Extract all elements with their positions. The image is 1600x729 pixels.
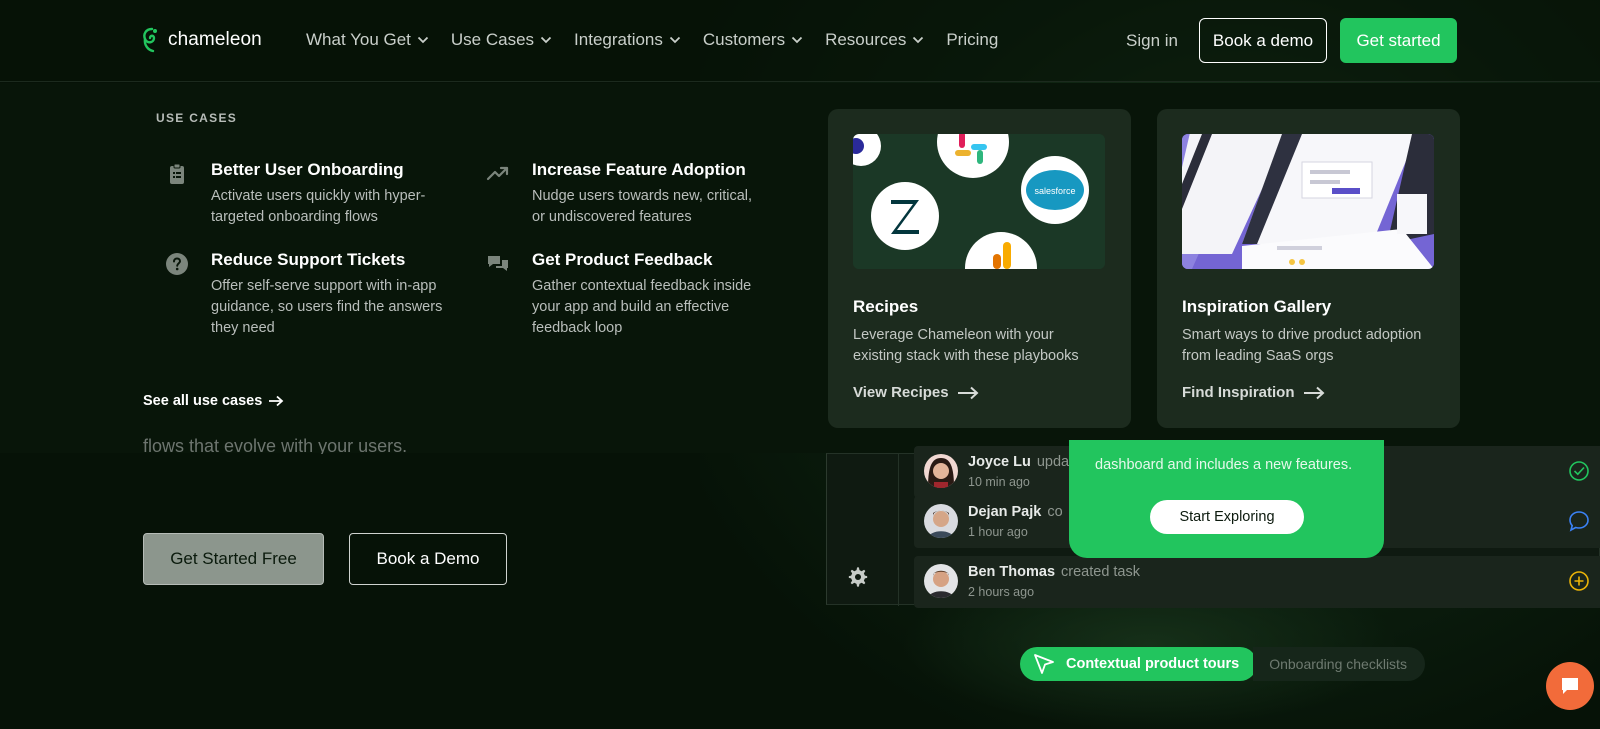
use-case-title: Get Product Feedback xyxy=(532,250,713,269)
activity-action: upda xyxy=(1036,454,1070,470)
use-case-title: Better User Onboarding xyxy=(211,160,404,179)
activity-action: co xyxy=(1047,504,1063,520)
check-circle-icon xyxy=(1569,461,1589,481)
activity-user-name: Dejan Pajk xyxy=(968,504,1042,520)
use-case-feature-adoption[interactable]: Increase Feature Adoption Nudge users to… xyxy=(486,160,767,228)
card-description: Smart ways to drive product adoption fro… xyxy=(1182,327,1422,364)
nav-label: What You Get xyxy=(306,30,411,49)
use-case-onboarding[interactable]: Better User Onboarding Activate users qu… xyxy=(165,160,446,228)
activity-user-name: Joyce Lu xyxy=(968,454,1031,470)
question-circle-icon xyxy=(166,253,188,275)
get-started-button[interactable]: Get started xyxy=(1340,18,1457,63)
start-exploring-button[interactable]: Start Exploring xyxy=(1150,500,1304,534)
feature-pills: Contextual product tours Onboarding chec… xyxy=(1020,647,1425,681)
avatar xyxy=(924,454,958,488)
mockup-sidebar xyxy=(827,454,899,606)
gear-icon xyxy=(848,567,868,587)
use-case-description: Activate users quickly with hyper-target… xyxy=(211,188,426,225)
comment-icon xyxy=(1569,511,1589,532)
site-header: chameleon What You Get Use Cases Integra… xyxy=(0,0,1600,82)
arrow-right-icon xyxy=(957,386,979,399)
activity-text: Ben Thomas created task xyxy=(968,564,1140,580)
avatar xyxy=(924,504,958,538)
nav-label: Pricing xyxy=(946,30,999,49)
chameleon-logo-icon xyxy=(143,27,157,53)
card-description: Leverage Chameleon with your existing st… xyxy=(853,327,1079,364)
book-a-demo-button[interactable]: Book a Demo xyxy=(349,533,507,585)
use-case-description: Offer self-serve support with in-app gui… xyxy=(211,278,443,336)
activity-user-name: Ben Thomas xyxy=(968,564,1056,580)
activity-text: Joyce Lu upda xyxy=(968,454,1069,470)
activity-action: created task xyxy=(1061,564,1141,580)
activity-text: Dejan Pajk co xyxy=(968,504,1063,520)
pill-label: Contextual product tours xyxy=(1066,656,1240,672)
arrow-right-icon xyxy=(1303,386,1324,399)
nav-label: Use Cases xyxy=(450,30,535,49)
see-all-label: See all use cases xyxy=(143,393,263,409)
nav-resources[interactable]: Resources xyxy=(825,30,924,50)
hero-subtitle-partial: flows that evolve with your users. xyxy=(143,436,408,454)
trending-up-icon xyxy=(486,166,509,181)
chevron-down-icon xyxy=(540,36,552,44)
nav-customers[interactable]: Customers xyxy=(703,30,803,50)
sign-in-link[interactable]: Sign in xyxy=(1126,31,1178,51)
pill-contextual-product-tours[interactable]: Contextual product tours xyxy=(1020,647,1258,681)
popup-text: dashboard and includes a new features. xyxy=(1095,457,1353,473)
recipes-card[interactable]: salesforce Recipes Leverage Chameleon wi… xyxy=(828,109,1131,428)
chevron-down-icon xyxy=(913,36,924,44)
find-inspiration-link[interactable]: Find Inspiration xyxy=(1182,384,1325,401)
nav-label: Customers xyxy=(702,30,786,49)
pill-onboarding-checklists[interactable]: Onboarding checklists xyxy=(1253,647,1425,681)
book-demo-button[interactable]: Book a demo xyxy=(1199,18,1327,63)
arrow-right-icon xyxy=(269,395,284,407)
nav-pricing[interactable]: Pricing xyxy=(946,30,998,50)
activity-time: 1 hour ago xyxy=(968,525,1028,539)
use-case-description: Nudge users towards new, critical, or un… xyxy=(532,188,753,225)
cursor-arrow-icon xyxy=(1034,654,1054,674)
nav-what-you-get[interactable]: What You Get xyxy=(306,30,429,50)
avatar xyxy=(924,564,958,598)
activity-time: 10 min ago xyxy=(968,475,1030,489)
use-case-support-tickets[interactable]: Reduce Support Tickets Offer self-serve … xyxy=(165,250,446,339)
chevron-down-icon xyxy=(791,36,803,44)
nav-label: Integrations xyxy=(574,30,663,49)
logo-text: chameleon xyxy=(168,29,262,50)
inspiration-gallery-card[interactable]: Inspiration Gallery Smart ways to drive … xyxy=(1157,109,1460,428)
nav-use-cases[interactable]: Use Cases xyxy=(451,30,552,50)
nav-integrations[interactable]: Integrations xyxy=(574,30,681,50)
use-case-title: Increase Feature Adoption xyxy=(532,160,746,179)
chevron-down-icon xyxy=(669,36,681,44)
chat-launcher-button[interactable] xyxy=(1546,662,1594,710)
dropdown-section-label: USE CASES xyxy=(156,111,238,125)
view-recipes-link[interactable]: View Recipes xyxy=(853,384,979,401)
clipboard-icon xyxy=(170,163,184,184)
nav-label: Resources xyxy=(825,30,907,49)
product-screens-graphic xyxy=(1182,134,1434,269)
chat-bubble-icon xyxy=(1562,678,1578,694)
plus-circle-icon xyxy=(1569,571,1589,591)
use-case-description: Gather contextual feedback inside your a… xyxy=(532,278,752,336)
inspiration-screens-image xyxy=(1182,134,1434,269)
main-nav: What You Get Use Cases Integrations Cust… xyxy=(306,30,998,50)
card-title: Inspiration Gallery xyxy=(1182,297,1332,316)
salesforce-logo-text: salesforce xyxy=(1034,186,1075,196)
get-started-free-button[interactable]: Get Started Free xyxy=(143,533,324,585)
integration-logos-graphic: salesforce xyxy=(853,134,1105,269)
see-all-use-cases-link[interactable]: See all use cases xyxy=(143,393,284,409)
activity-row[interactable]: Ben Thomas created task 2 hours ago xyxy=(914,556,1600,608)
use-case-title: Reduce Support Tickets xyxy=(211,250,406,269)
chat-bubbles-icon xyxy=(488,256,508,271)
logo[interactable]: chameleon xyxy=(142,26,262,54)
use-case-product-feedback[interactable]: Get Product Feedback Gather contextual f… xyxy=(486,250,767,339)
recipes-integrations-image: salesforce xyxy=(853,134,1105,269)
chevron-down-icon xyxy=(417,36,429,44)
card-title: Recipes xyxy=(853,297,919,316)
card-link-label: View Recipes xyxy=(853,384,949,401)
card-link-label: Find Inspiration xyxy=(1182,384,1295,401)
product-tour-popup: dashboard and includes a new features. S… xyxy=(1069,440,1384,558)
activity-time: 2 hours ago xyxy=(968,585,1035,599)
